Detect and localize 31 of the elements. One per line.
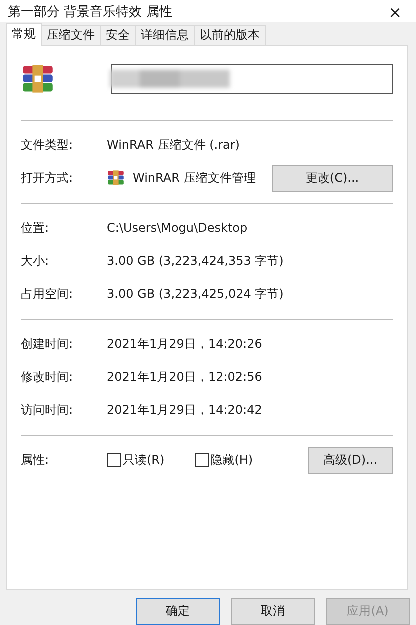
name-field[interactable] [111,64,393,94]
checkbox-label: 隐藏(H) [210,452,254,469]
close-button[interactable]: × [388,4,408,22]
change-button[interactable]: 更改(C)... [272,164,393,192]
field-label: 大小: [21,252,50,270]
field-label: 访问时间: [21,402,74,419]
field-label: 修改时间: [21,368,74,386]
field-value: 2021年1月29日，14:20:26 [107,336,262,353]
checkbox[interactable] [194,453,209,468]
field-value: 2021年1月29日，14:20:42 [107,402,262,419]
field-label: 占用空间: [21,286,74,303]
field-label: 位置: [21,220,50,237]
window-title: 第一部分 背景音乐特效 属性 [8,4,174,22]
field-label: 文件类型: [21,136,74,154]
checkbox[interactable] [107,453,121,468]
field-value: C:\Users\Mogu\Desktop [107,221,248,236]
field-value: 3.00 GB (3,223,425,024 字节) [107,286,284,303]
checkbox-label: 只读(R) [123,452,165,469]
field-value: 3.00 GB (3,223,424,353 字节) [107,252,284,270]
tab[interactable]: 常规 [6,22,42,46]
archive-icon [107,169,125,188]
field-value: WinRAR 压缩文件管理 [133,170,256,187]
field-label: 属性: [21,452,50,469]
field-label: 创建时间: [21,336,74,353]
field-value: WinRAR 压缩文件 (.rar) [107,136,240,154]
dialog-button[interactable]: 确定 [136,598,220,625]
field-value: 2021年1月20日，12:02:56 [107,368,262,386]
tab[interactable]: 以前的版本 [194,24,266,46]
dialog-button[interactable]: 取消 [231,598,315,625]
field-label: 打开方式: [21,170,74,187]
advanced-button[interactable]: 高级(D)... [308,446,393,474]
